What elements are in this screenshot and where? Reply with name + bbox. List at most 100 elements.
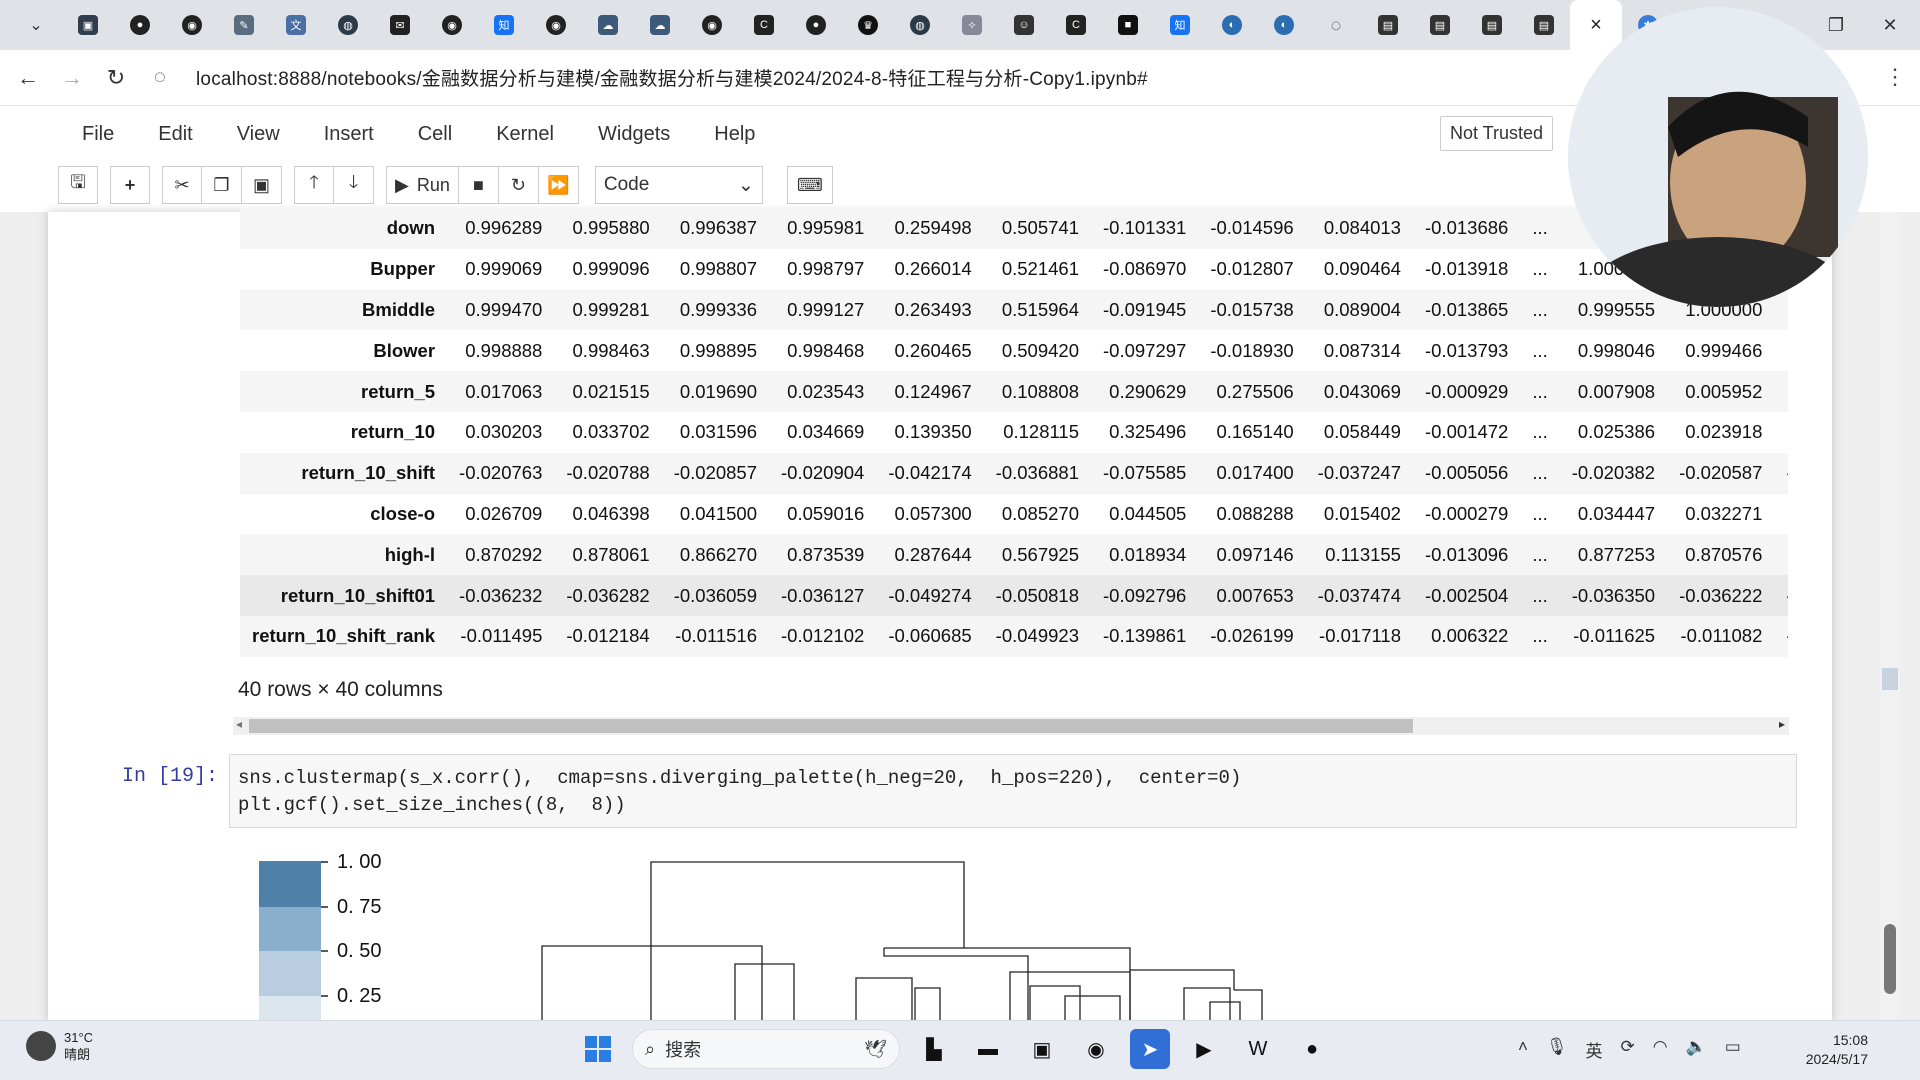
browser-tab[interactable]: ● [114,0,166,50]
move-up-button[interactable]: 🡑 [294,166,334,204]
table-cell: 0.998807 [679,258,758,280]
browser-tab[interactable]: ☁ [582,0,634,50]
command-palette-button[interactable]: ⌨ [786,166,833,204]
table-cell: -0.013096 [1412,534,1521,576]
paste-button[interactable]: ▣ [242,166,282,204]
browser-tab[interactable]: ☁ [634,0,686,50]
taskbar-clock[interactable]: 15:08 2024/5/17 [1796,1031,1868,1069]
menu-help[interactable]: Help [692,123,777,146]
browser-menu-button[interactable]: ⋮ [1884,64,1906,90]
code-cell-input[interactable]: sns.clustermap(s_x.corr(), cmap=sns.dive… [229,754,1797,828]
screen: { "browser": { "address": "localhost:888… [0,0,1920,1080]
restore-window-button[interactable]: ❐ [1808,0,1864,50]
scroll-right-icon[interactable]: ▸ [1779,717,1785,731]
table-cell: -0.026199 [1198,615,1306,657]
battery-icon[interactable]: ▭ [1725,1037,1741,1062]
cut-button[interactable]: ✂ [162,166,202,204]
table-cell: 0.266014 [894,258,972,280]
menu-file[interactable]: File [60,123,136,146]
browser-tab[interactable]: ▣ [62,0,114,50]
insert-cell-button[interactable]: + [110,166,150,204]
browser-tab[interactable]: ◐ [1258,0,1310,50]
taskbar-app[interactable]: ➤ [1130,1029,1170,1069]
browser-tab[interactable]: ♛ [842,0,894,50]
menu-widgets[interactable]: Widgets [576,123,692,146]
table-cell: 0.999069 [465,258,543,280]
interrupt-button[interactable]: ■ [458,166,499,204]
taskbar-app[interactable]: ◉ [1076,1029,1116,1069]
reload-button[interactable]: ↻ [94,56,138,100]
restart-button[interactable]: ↻ [498,166,539,204]
table-row: Bupper 0.999069 0.999096 0.998807 0.998797 0.… [240,249,1788,290]
wifi-icon[interactable]: ◠ [1653,1037,1668,1062]
table-cell: 0.995880 [554,208,662,249]
browser-tab[interactable]: ☺ [998,0,1050,50]
move-down-button[interactable]: 🡓 [334,166,374,204]
browser-tab[interactable]: ▤ [1414,0,1466,50]
taskbar-app[interactable]: ● [1292,1029,1332,1069]
menu-insert[interactable]: Insert [302,123,396,146]
browser-tab[interactable]: ◌ [1310,0,1362,50]
start-button[interactable] [578,1029,618,1069]
browser-tab[interactable]: ◉ [530,0,582,50]
browser-tab[interactable]: C [738,0,790,50]
browser-tab[interactable]: ◉ [166,0,218,50]
cell-type-select[interactable]: Code ⌄ [594,166,763,204]
menu-cell[interactable]: Cell [396,123,474,146]
save-button[interactable]: 🖫 [58,166,98,204]
copy-button[interactable]: ❐ [202,166,242,204]
scrollbar-thumb[interactable] [249,719,1413,733]
browser-tab[interactable]: C [1050,0,1102,50]
browser-tab[interactable]: ▤ [1466,0,1518,50]
browser-tab[interactable]: ✎ [218,0,270,50]
microphone-icon[interactable]: 🎙 [1546,1037,1568,1062]
trust-indicator[interactable]: Not Trusted [1440,116,1554,151]
taskbar-app[interactable]: ▬ [968,1029,1008,1069]
scroll-left-icon[interactable]: ◂ [236,717,242,731]
table-cell: -0.014596 [1198,208,1306,249]
browser-tab[interactable]: ◉ [426,0,478,50]
page-scrollbar[interactable] [1880,212,1900,1020]
ime-icon[interactable]: 英 [1586,1037,1603,1062]
table-cell: 0.089004 [1305,289,1413,331]
run-button[interactable]: ▶ Run [386,166,459,204]
taskbar-app[interactable]: ▶ [1184,1029,1224,1069]
tab-list-button[interactable]: ⌄ [10,0,62,50]
weather-widget[interactable]: 31°C 晴朗 [26,1029,93,1063]
browser-tab[interactable]: ◐ [1206,0,1258,50]
taskbar-app[interactable]: W [1238,1029,1278,1069]
table-cell: -0.049923 [983,615,1091,657]
table-cell: 0.996387 [661,208,770,249]
table-cell: 0.263493 [876,289,984,331]
browser-tab[interactable]: 文 [270,0,322,50]
browser-tab[interactable]: 知 [478,0,530,50]
taskbar-app[interactable]: ▣ [1022,1029,1062,1069]
scrollbar-thumb[interactable] [1884,924,1896,994]
menu-edit[interactable]: Edit [136,123,214,146]
menu-kernel[interactable]: Kernel [474,123,576,146]
volume-icon[interactable]: 🔈 [1686,1037,1707,1062]
chevron-up-icon[interactable]: ˄ [1518,1037,1528,1062]
browser-tab[interactable]: ◉ [686,0,738,50]
site-info-button[interactable]: ◌ [138,56,182,100]
sync-icon[interactable]: ⟳ [1621,1037,1635,1062]
browser-tab[interactable]: 知 [1154,0,1206,50]
browser-tab[interactable]: ✉ [374,0,426,50]
forward-button[interactable]: → [50,56,94,100]
browser-tab[interactable]: ■ [1102,0,1154,50]
browser-tab[interactable]: ◍ [894,0,946,50]
browser-tab[interactable]: ▤ [1518,0,1570,50]
browser-tab[interactable]: ▤ [1362,0,1414,50]
browser-tab[interactable]: ● [790,0,842,50]
browser-tab[interactable]: ✧ [946,0,998,50]
close-window-button[interactable]: ✕ [1862,0,1918,50]
back-button[interactable]: ← [6,56,50,100]
horizontal-scrollbar[interactable]: ◂ ▸ [233,717,1789,735]
browser-tab[interactable]: ◍ [322,0,374,50]
url-field[interactable]: localhost:8888/notebooks/金融数据分析与建模/金融数据分… [196,64,1148,91]
restart-run-all-button[interactable]: ⏩ [538,166,579,204]
active-tab-close-button[interactable]: × [1570,0,1622,50]
menu-view[interactable]: View [215,123,302,146]
taskbar-app[interactable]: ▙ [914,1029,954,1069]
taskbar-search[interactable]: ⌕ 搜索 🕊 [632,1029,900,1069]
